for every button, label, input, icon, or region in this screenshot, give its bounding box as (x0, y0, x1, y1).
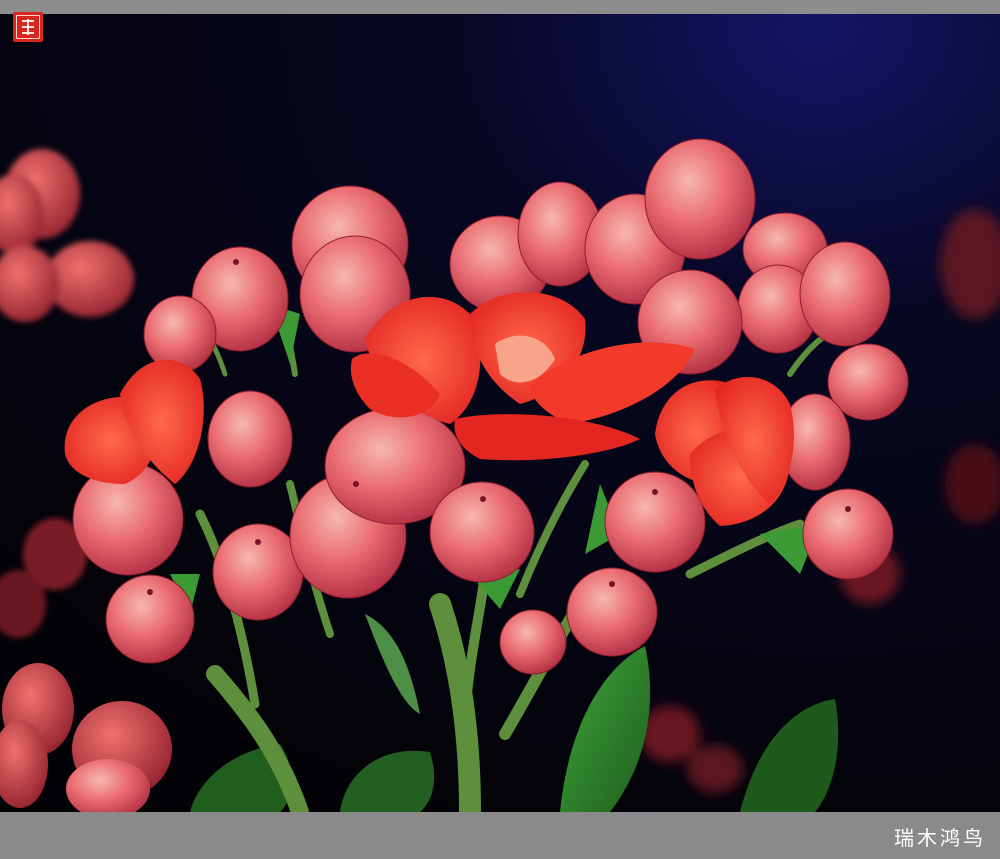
bottom-border: 瑞木鸿鸟 (0, 812, 1000, 859)
seal-inner-border (16, 15, 40, 39)
flower-photo-canvas (0, 14, 1000, 812)
flower-photo (0, 14, 1000, 812)
photographer-signature: 瑞木鸿鸟 (894, 826, 986, 850)
red-seal-stamp-icon (13, 12, 43, 42)
photo-frame: 瑞木鸿鸟 (0, 0, 1000, 859)
top-border (0, 0, 1000, 14)
